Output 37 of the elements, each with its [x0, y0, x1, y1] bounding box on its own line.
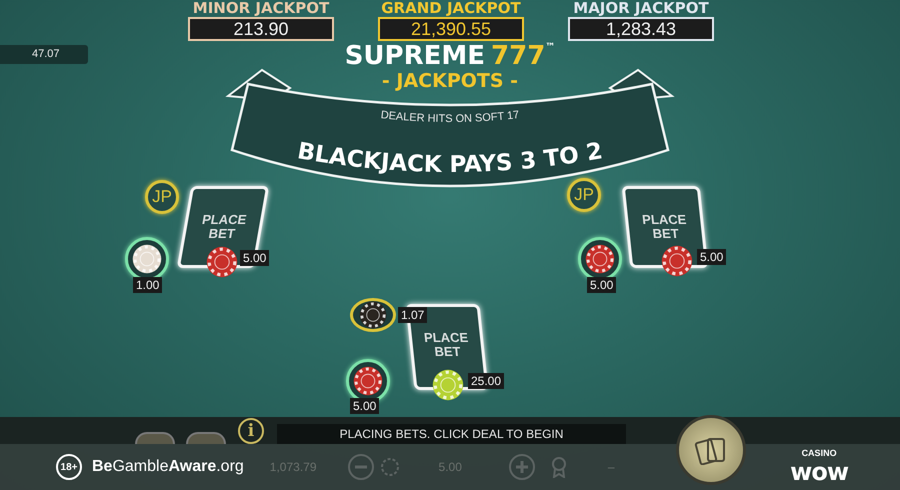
logo-number: 777	[491, 42, 546, 70]
side-bet-amount: 5.00	[350, 398, 380, 414]
place-bet-label: PLACE BET	[200, 213, 249, 243]
bet-amount: 5.00	[697, 249, 726, 265]
gamble-aware-logo[interactable]: BeGambleAware.org	[92, 458, 244, 476]
medal-icon	[550, 456, 568, 478]
jackpot-bet-amount: 1.07	[398, 307, 428, 323]
status-message: PLACING BETS. CLICK DEAL TO BEGIN	[277, 424, 626, 444]
logo-title: SUPREME	[344, 42, 486, 70]
balance-value: 1,073.79	[270, 460, 317, 474]
balance-tag: 47.07	[0, 45, 88, 64]
jackpot-bet-spot[interactable]: JP	[145, 180, 179, 214]
place-bet-label: PLACE BET	[640, 213, 688, 243]
payout-text: BLACKJACK PAYS 3 TO 2	[295, 138, 605, 178]
age-badge: 18+	[56, 454, 82, 480]
rule-text: DEALER HITS ON SOFT 17	[380, 109, 520, 125]
bet-amount: 25.00	[468, 373, 504, 389]
bet-amount: 5.00	[240, 250, 270, 266]
side-bet-amount: 1.00	[133, 277, 162, 293]
jackpot-value: 21,390.55	[378, 17, 524, 41]
logo-subtitle: - JACKPOTS -	[382, 70, 518, 92]
trademark-sign: ™	[545, 42, 556, 54]
bet-value: 5.00	[438, 460, 462, 474]
jackpot-value: 213.90	[188, 17, 334, 41]
jackpot-label: GRAND JACKPOT	[381, 0, 521, 16]
brand-label: CASINO	[802, 448, 837, 458]
jackpot-label: MINOR JACKPOT	[192, 0, 330, 16]
cards-icon	[694, 435, 728, 465]
chip-icon	[380, 458, 399, 476]
jackpot-value: 1,283.43	[568, 17, 714, 41]
jackpot-bet-spot[interactable]	[350, 298, 396, 332]
side-bet-amount: 5.00	[587, 277, 616, 293]
win-value: –	[608, 460, 615, 474]
jackpot-bet-spot[interactable]: JP	[567, 178, 601, 212]
place-bet-label: PLACE BET	[422, 331, 470, 361]
brand-logo: wow	[790, 458, 848, 486]
jackpot-label: MAJOR JACKPOT	[573, 0, 709, 16]
